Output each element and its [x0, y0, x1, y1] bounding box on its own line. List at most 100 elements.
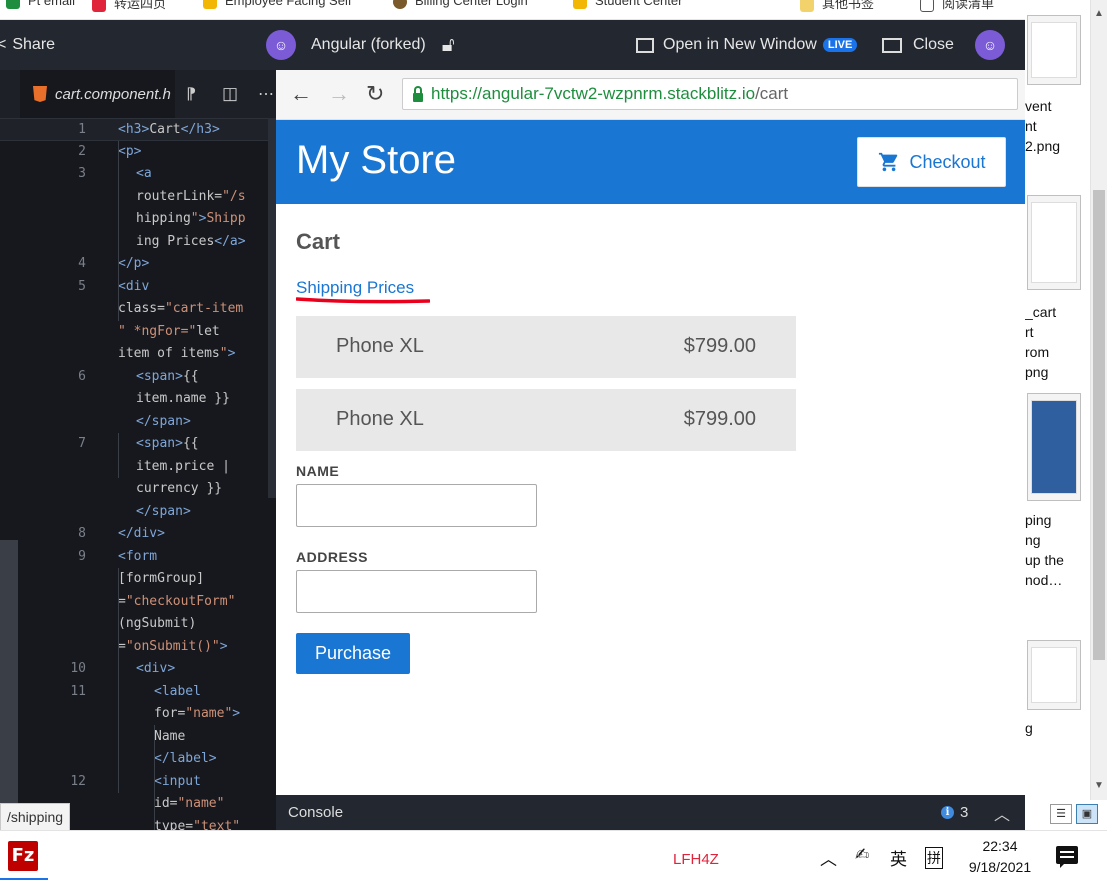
- code-line[interactable]: 2 <p>: [0, 141, 276, 164]
- cart-item-name: Phone XL: [336, 335, 424, 357]
- code-line[interactable]: class="cart-item: [0, 298, 276, 321]
- code-text: Name: [154, 728, 186, 744]
- bookmark-item[interactable]: 阅读清单: [920, 0, 994, 12]
- open-preview-icon[interactable]: ⁋: [186, 84, 196, 104]
- code-line[interactable]: 5 <div: [0, 276, 276, 299]
- chevron-up-icon[interactable]: ︿: [994, 801, 1010, 825]
- code-line[interactable]: item.price |: [0, 456, 276, 479]
- console-label: Console: [288, 804, 344, 821]
- ime-mode-indicator[interactable]: 拼: [925, 847, 943, 869]
- code-line[interactable]: 12 <input: [0, 771, 276, 794]
- filezilla-taskbar-button[interactable]: Fz: [0, 831, 48, 880]
- code-line[interactable]: Name: [0, 726, 276, 749]
- info-icon: i: [941, 806, 954, 819]
- address-input[interactable]: [296, 570, 537, 613]
- scroll-down-icon[interactable]: ▼: [1094, 780, 1104, 791]
- avatar[interactable]: ☺: [266, 30, 296, 60]
- editor-scrollbar[interactable]: [268, 118, 276, 498]
- checkout-label: Checkout: [909, 151, 986, 172]
- code-line[interactable]: for="name">: [0, 703, 276, 726]
- code-line[interactable]: 3 <a: [0, 163, 276, 186]
- code-line[interactable]: 6 <span>{{: [0, 366, 276, 389]
- code-line[interactable]: </span>: [0, 411, 276, 434]
- indent-guide: [154, 725, 155, 830]
- bookmark-item[interactable]: 转运四页: [92, 0, 167, 12]
- clock[interactable]: 22:34 9/18/2021: [960, 836, 1040, 878]
- share-button[interactable]: < Share: [0, 20, 55, 70]
- store-title[interactable]: My Store: [296, 138, 456, 183]
- reload-icon[interactable]: ↻: [366, 81, 384, 107]
- share-label: Share: [12, 36, 56, 53]
- bookmark-item[interactable]: Student Center: [573, 0, 682, 9]
- bookmark-item[interactable]: Employee Facing Self: [203, 0, 351, 9]
- open-new-window-button[interactable]: Open in New Window LIVE: [636, 20, 858, 70]
- code-text: <a: [136, 166, 152, 181]
- user-avatar[interactable]: ☺: [975, 20, 1005, 70]
- editor-tab-cart-component[interactable]: cart.component.h: [20, 70, 175, 118]
- console-bar[interactable]: Console i 3 ︿: [276, 795, 1025, 830]
- close-preview-button[interactable]: Close: [882, 20, 954, 70]
- bookmark-item[interactable]: Pt email: [6, 0, 75, 9]
- console-info-count[interactable]: i 3: [941, 804, 968, 821]
- file-thumbnail[interactable]: [1027, 393, 1081, 501]
- bookmark-item[interactable]: Billing Center Login: [393, 0, 528, 9]
- clock-time: 22:34: [982, 838, 1018, 854]
- more-actions-icon[interactable]: ⋯: [258, 84, 274, 104]
- checkout-button[interactable]: Checkout: [857, 137, 1006, 187]
- code-text: item.price |: [136, 458, 230, 474]
- tray-chevron-icon[interactable]: ︿: [820, 845, 837, 870]
- purchase-button[interactable]: Purchase: [296, 633, 410, 674]
- code-area[interactable]: 1 <h3>Cart</h3> 2 <p> 3 <a routerLink="/s hippi…: [0, 118, 276, 830]
- scrollbar-thumb[interactable]: [1093, 190, 1105, 660]
- code-line[interactable]: " *ngFor="let: [0, 321, 276, 344]
- file-thumbnail[interactable]: [1027, 640, 1081, 710]
- code-text: <h3>Cart</h3>: [118, 122, 220, 137]
- code-text: <p>: [118, 143, 142, 159]
- code-line[interactable]: currency }}: [0, 478, 276, 501]
- code-line[interactable]: 1 <h3>Cart</h3>: [0, 118, 276, 141]
- code-line[interactable]: 11 <label: [0, 681, 276, 704]
- bookmark-icon: [6, 0, 20, 9]
- code-text: <div>: [136, 661, 176, 676]
- ime-language-indicator[interactable]: 英: [890, 845, 907, 870]
- file-thumbnail[interactable]: [1027, 15, 1081, 85]
- name-input[interactable]: [296, 484, 537, 527]
- pen-icon[interactable]: ✍︎: [855, 845, 869, 865]
- preview-nav-bar: ← → ↻ https://angular-7vctw2-wzpnrm.stac…: [276, 70, 1025, 120]
- code-line[interactable]: 4 </p>: [0, 253, 276, 276]
- code-line[interactable]: 8 </div>: [0, 523, 276, 546]
- back-arrow-icon[interactable]: ←: [290, 81, 312, 107]
- large-icons-view-icon[interactable]: ▣: [1076, 804, 1098, 824]
- code-line[interactable]: item.name }}: [0, 388, 276, 411]
- explorer-scrollbar[interactable]: ▲ ▼: [1090, 0, 1107, 800]
- scroll-up-icon[interactable]: ▲: [1094, 8, 1104, 19]
- code-line[interactable]: [formGroup]: [0, 568, 276, 591]
- editor-tab-bar: cart.component.h ⁋ ◫ ⋯: [0, 70, 276, 118]
- code-line[interactable]: </label>: [0, 748, 276, 771]
- code-line[interactable]: ="checkoutForm": [0, 591, 276, 614]
- code-line[interactable]: 10 <div>: [0, 658, 276, 681]
- unlock-icon[interactable]: 🔓︎: [442, 34, 455, 57]
- shipping-prices-link[interactable]: Shipping Prices: [296, 278, 414, 298]
- details-view-icon[interactable]: ☰: [1050, 804, 1072, 824]
- code-line[interactable]: 9 <form: [0, 546, 276, 569]
- file-thumbnail[interactable]: [1027, 195, 1081, 290]
- code-line[interactable]: (ngSubmit): [0, 613, 276, 636]
- notifications-icon[interactable]: [1056, 846, 1078, 868]
- bookmark-label: 转运四页: [114, 0, 167, 11]
- code-line[interactable]: item of items">: [0, 343, 276, 366]
- code-line[interactable]: routerLink="/s: [0, 186, 276, 209]
- code-line[interactable]: 7 <span>{{: [0, 433, 276, 456]
- split-editor-icon[interactable]: ◫: [222, 84, 238, 104]
- reading-list-icon: [920, 0, 934, 12]
- code-line[interactable]: hipping">Shipp: [0, 208, 276, 231]
- code-line[interactable]: </span>: [0, 501, 276, 524]
- cart-item: Phone XL $799.00: [296, 316, 796, 378]
- address-bar[interactable]: https://angular-7vctw2-wzpnrm.stackblitz…: [402, 78, 1018, 110]
- explorer-view-toggles: ☰ ▣: [1048, 802, 1104, 828]
- bookmark-item[interactable]: 其他书签: [800, 0, 874, 12]
- code-text: <label: [154, 683, 201, 699]
- code-line[interactable]: ing Prices</a>: [0, 231, 276, 254]
- forward-arrow-icon[interactable]: →: [328, 81, 350, 107]
- code-line[interactable]: ="onSubmit()">: [0, 636, 276, 659]
